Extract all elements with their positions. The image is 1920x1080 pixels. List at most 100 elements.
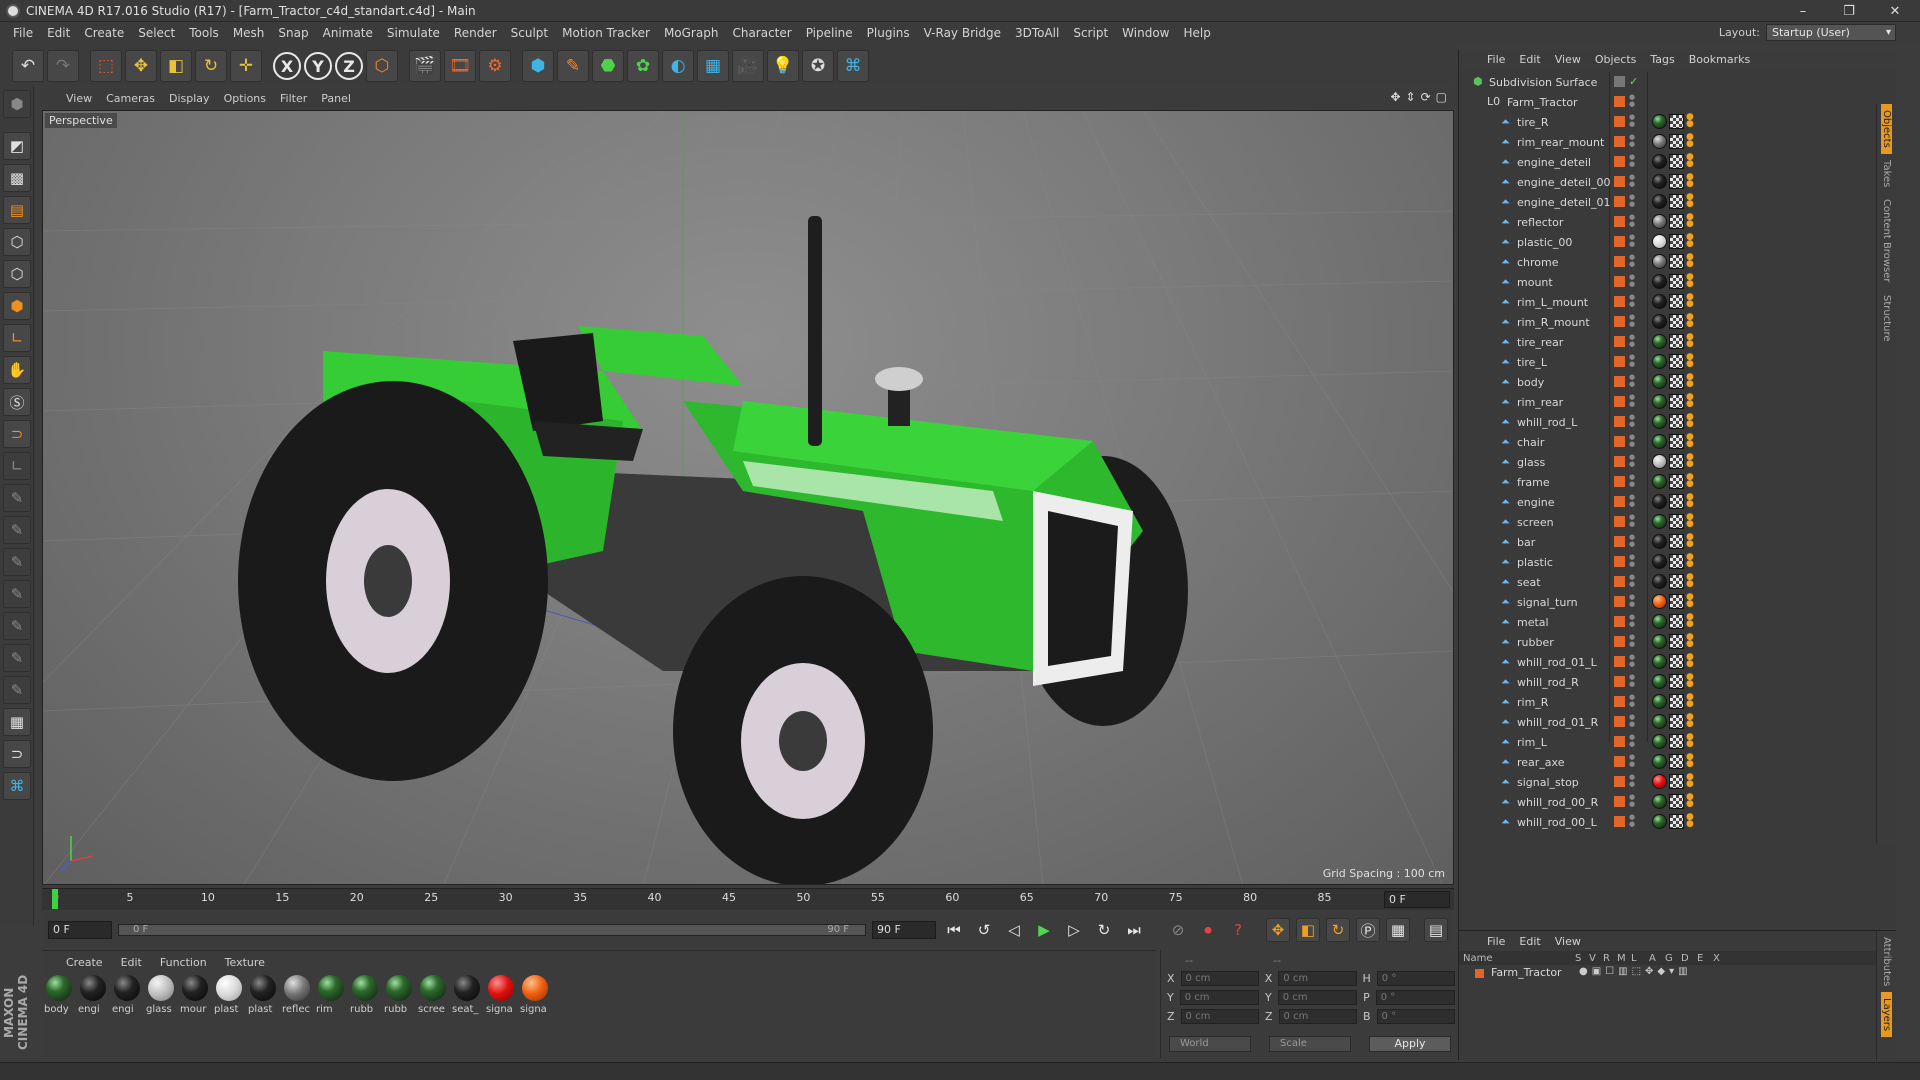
visibility-dots[interactable]: ● ● <box>1629 734 1635 750</box>
uvw-tag-icon[interactable] <box>1669 194 1684 209</box>
material-item[interactable]: rubb <box>350 975 380 1015</box>
visibility-dots[interactable]: ● ● <box>1629 634 1635 650</box>
layer-column-flag[interactable]: V <box>1589 953 1596 964</box>
object-row[interactable]: ⏶ whill_rod_01_L ● ● ● ● <box>1459 652 1897 672</box>
material-item[interactable]: signa <box>486 975 516 1015</box>
material-item[interactable]: rim <box>316 975 346 1015</box>
visibility-dots[interactable]: ● ● <box>1629 134 1635 150</box>
material-tag-icon[interactable] <box>1652 554 1667 569</box>
coords-value-field[interactable]: 0 ° <box>1376 1009 1455 1024</box>
material-tag-icon[interactable] <box>1652 694 1667 709</box>
material-menu-edit[interactable]: Edit <box>121 956 142 969</box>
current-frame-field[interactable]: 0 F <box>1384 891 1450 908</box>
material-item[interactable]: body <box>44 975 74 1015</box>
uvw-tag-icon[interactable] <box>1669 234 1684 249</box>
go-to-start-icon[interactable]: ⏮ <box>942 918 966 942</box>
menu-sculpt[interactable]: Sculpt <box>504 26 555 40</box>
visibility-dots[interactable]: ● ● <box>1629 434 1635 450</box>
python-script-icon[interactable]: ⌘ <box>3 772 31 800</box>
object-row-subdivision-surface[interactable]: ⬢ Subdivision Surface ✓ <box>1459 72 1897 92</box>
visibility-dots[interactable]: ● ● <box>1629 534 1635 550</box>
maximize-view-icon[interactable]: ▢ <box>1436 90 1447 104</box>
make-editable-icon[interactable]: ⬢ <box>3 90 31 118</box>
uvw-tag-icon[interactable] <box>1669 514 1684 529</box>
uvw-tag-icon[interactable] <box>1669 434 1684 449</box>
material-tag-icon[interactable] <box>1652 614 1667 629</box>
phong-tag-icon[interactable]: ● ● <box>1686 713 1701 729</box>
object-row[interactable]: ⏶ mount ● ● ● ● <box>1459 272 1897 292</box>
minimize-button[interactable]: – <box>1780 0 1826 22</box>
uvw-tag-icon[interactable] <box>1669 654 1684 669</box>
deformer-icon[interactable]: ◐ <box>662 50 694 82</box>
phong-tag-icon[interactable]: ● ● <box>1686 753 1701 769</box>
material-tag-icon[interactable] <box>1652 274 1667 289</box>
material-tag-icon[interactable] <box>1652 314 1667 329</box>
coords-value-field[interactable]: 0 cm <box>1277 990 1358 1005</box>
render-settings-icon[interactable]: ⚙ <box>479 50 511 82</box>
phong-tag-icon[interactable]: ● ● <box>1686 573 1701 589</box>
uvw-tag-icon[interactable] <box>1669 614 1684 629</box>
phong-tag-icon[interactable]: ● ● <box>1686 453 1701 469</box>
uvw-tag-icon[interactable] <box>1669 494 1684 509</box>
coords-value-field[interactable]: 0 cm <box>1278 1009 1357 1024</box>
loop-icon[interactable]: ↺ <box>972 918 996 942</box>
object-row[interactable]: ⏶ plastic ● ● ● ● <box>1459 552 1897 572</box>
menu-create[interactable]: Create <box>77 26 131 40</box>
phong-tag-icon[interactable]: ● ● <box>1686 393 1701 409</box>
material-item[interactable]: engi <box>112 975 142 1015</box>
visibility-dots[interactable]: ● ● <box>1629 694 1635 710</box>
object-row[interactable]: ⏶ screen ● ● ● ● <box>1459 512 1897 532</box>
visibility-dots[interactable]: ● ● <box>1629 214 1635 230</box>
material-item[interactable]: engi <box>78 975 108 1015</box>
uvw-tag-icon[interactable] <box>1669 634 1684 649</box>
visibility-dots[interactable]: ● ● <box>1629 614 1635 630</box>
object-row[interactable]: ⏶ rim_rear_mount ● ● ● ● <box>1459 132 1897 152</box>
layer-column-name[interactable]: Name <box>1463 953 1493 964</box>
undo-icon[interactable]: ↶ <box>12 50 44 82</box>
light-icon[interactable]: 💡 <box>767 50 799 82</box>
layer-menu-file[interactable]: File <box>1487 935 1505 948</box>
menu-select[interactable]: Select <box>131 26 182 40</box>
maximize-button[interactable]: ❐ <box>1826 0 1872 22</box>
uvw-tag-icon[interactable] <box>1669 734 1684 749</box>
material-item[interactable]: scree <box>418 975 448 1015</box>
visibility-dots[interactable]: ● ● <box>1629 314 1635 330</box>
material-item[interactable]: plast <box>248 975 278 1015</box>
object-row[interactable]: ⏶ tire_R ● ● ● ● <box>1459 112 1897 132</box>
material-tag-icon[interactable] <box>1652 374 1667 389</box>
object-row[interactable]: ⏶ metal ● ● ● ● <box>1459 612 1897 632</box>
visibility-dots[interactable]: ● ● <box>1629 254 1635 270</box>
soft-selection-icon[interactable]: ✎ <box>3 548 31 576</box>
lock-workplane-icon[interactable]: ✎ <box>3 484 31 512</box>
uvw-tag-icon[interactable] <box>1669 314 1684 329</box>
layer-column-flag[interactable]: M <box>1617 953 1626 964</box>
phong-tag-icon[interactable]: ● ● <box>1686 413 1701 429</box>
material-tag-icon[interactable] <box>1652 154 1667 169</box>
phong-tag-icon[interactable]: ● ● <box>1686 373 1701 389</box>
visibility-dots[interactable]: ● ● <box>1629 334 1635 350</box>
visibility-dots[interactable]: ● ● <box>1629 754 1635 770</box>
workplane-icon[interactable]: ∟ <box>3 452 31 480</box>
object-row[interactable]: ⏶ chair ● ● ● ● <box>1459 432 1897 452</box>
layer-menu-view[interactable]: View <box>1555 935 1581 948</box>
grab-brush-icon[interactable]: ✎ <box>3 644 31 672</box>
x-axis-lock-icon[interactable]: X <box>273 52 301 80</box>
layer-column-flag[interactable]: R <box>1603 953 1610 964</box>
playhead-marker[interactable] <box>52 889 58 909</box>
material-tag-icon[interactable] <box>1652 634 1667 649</box>
menu-pipeline[interactable]: Pipeline <box>799 26 860 40</box>
material-tag-icon[interactable] <box>1652 574 1667 589</box>
object-row[interactable]: ⏶ frame ● ● ● ● <box>1459 472 1897 492</box>
coords-value-field[interactable]: 0 ° <box>1376 971 1455 986</box>
material-tag-icon[interactable] <box>1652 514 1667 529</box>
reverse-loop-icon[interactable]: ↻ <box>1092 918 1116 942</box>
uvw-tag-icon[interactable] <box>1669 534 1684 549</box>
start-frame-field[interactable]: 0 F <box>48 921 112 939</box>
render-view-icon[interactable]: 🎬 <box>409 50 441 82</box>
uvw-tag-icon[interactable] <box>1669 374 1684 389</box>
object-row[interactable]: ⏶ body ● ● ● ● <box>1459 372 1897 392</box>
close-button[interactable]: ✕ <box>1872 0 1918 22</box>
visibility-dots[interactable]: ● ● <box>1629 574 1635 590</box>
layout-dropdown[interactable]: Startup (User) <box>1766 24 1896 41</box>
floor-icon[interactable]: ▦ <box>697 50 729 82</box>
